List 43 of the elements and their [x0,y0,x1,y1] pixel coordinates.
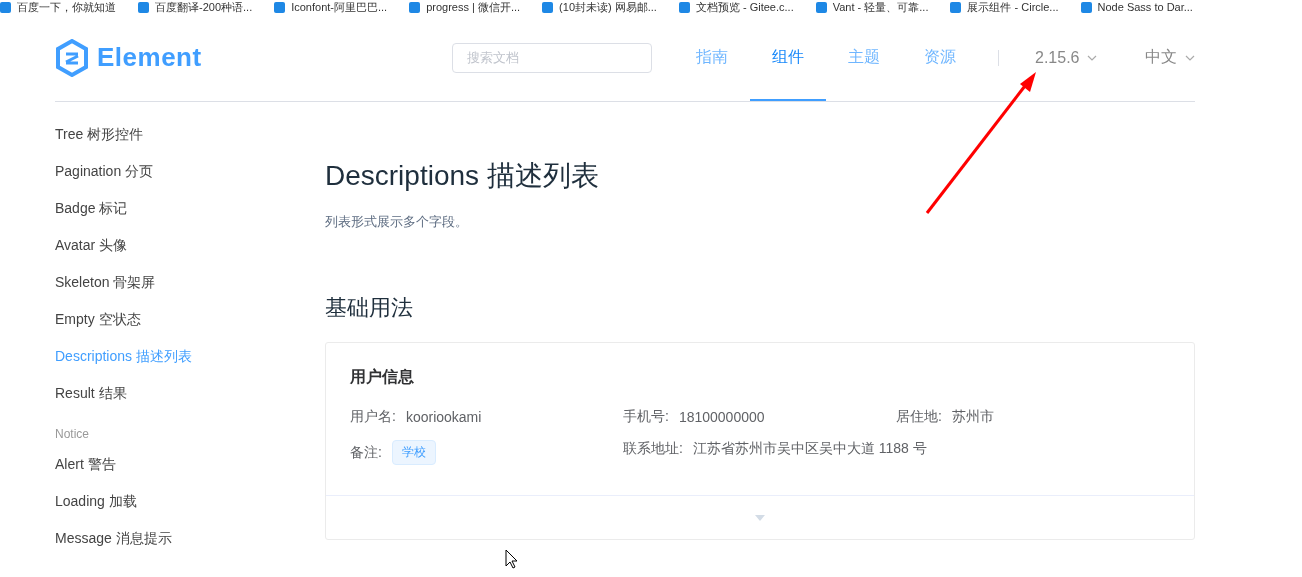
field-value: 18100000000 [678,409,765,425]
sidebar-item[interactable]: Badge 标记 [55,199,128,218]
field-label: 联系地址: [623,440,683,458]
language-dropdown[interactable]: 中文 [1145,47,1195,68]
chevron-down-icon [1087,54,1098,61]
sidebar-item[interactable]: Alert 警告 [55,455,116,474]
expand-triangle-icon[interactable] [755,514,765,521]
bookmark[interactable]: Iconfont-阿里巴巴... [274,1,388,13]
bookmark[interactable]: Vant - 轻量、可靠... [815,1,929,13]
page-title: Descriptions 描述列表 [325,159,600,193]
card-title: 用户信息 [349,367,415,387]
sidebar-item[interactable]: Loading 加载 [55,492,137,511]
bookmark[interactable]: 百度翻译-200种语... [138,1,253,13]
sidebar-item[interactable]: Result 结果 [55,384,127,403]
field-value: 苏州市 [951,408,994,426]
sidebar-item[interactable]: Pagination 分页 [55,162,154,181]
tag: 学校 [391,440,436,465]
sidebar-item[interactable]: Empty 空状态 [55,310,141,329]
search-field[interactable]: 搜索文档 [452,42,652,73]
chevron-down-icon [1185,54,1195,61]
nav-tab[interactable]: 组件 [750,14,826,101]
bookmark[interactable]: progress | 微信开... [409,1,521,13]
bookmark[interactable]: 展示组件 - Circle... [950,1,1059,13]
section-heading: 基础用法 [325,294,414,322]
field-value: kooriookami [405,409,482,425]
page-subtitle: 列表形式展示多个字段。 [325,213,469,231]
sidebar-item[interactable]: Skeleton 骨架屏 [55,273,156,292]
field-label: 备注: [350,443,382,462]
sidebar-group-label: Notice [55,427,89,441]
sidebar-item[interactable]: Tree 树形控件 [55,125,144,144]
bookmark[interactable]: Node Sass to Dar... [1080,1,1193,13]
sidebar-item[interactable]: Message 消息提示 [55,529,172,548]
bookmark[interactable]: 百度一下，你就知道 [0,1,116,13]
field-label: 手机号: [623,408,669,426]
mouse-cursor-icon [505,549,518,569]
bookmark[interactable]: 文档预览 - Gitee.c... [678,1,794,13]
hexagon-logo-icon [55,38,89,77]
field-label: 用户名: [350,408,396,426]
field-value: 江苏省苏州市吴中区吴中大道 1188 号 [692,440,927,458]
field-label: 居住地: [896,408,942,426]
sidebar-item[interactable]: Avatar 头像 [55,236,128,255]
bookmark[interactable]: (10封未读) 网易邮... [542,1,657,13]
version-dropdown[interactable]: 2.15.6 [1035,48,1145,67]
